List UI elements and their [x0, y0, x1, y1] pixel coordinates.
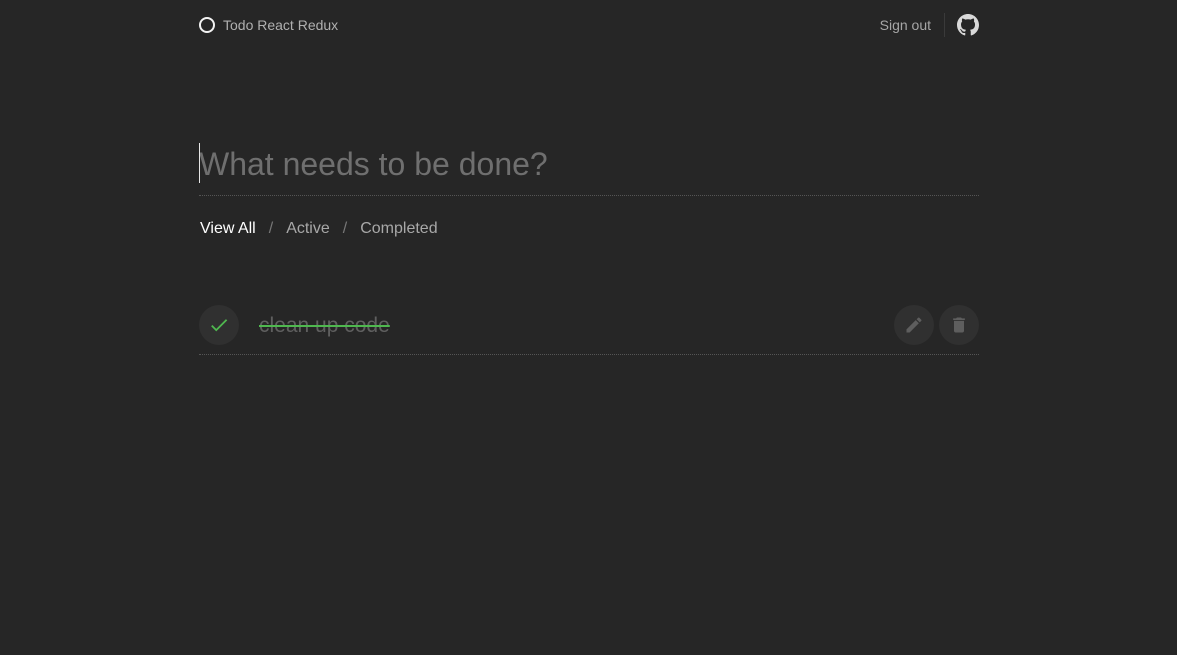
github-icon[interactable]	[957, 14, 979, 36]
task-title: clean up code	[259, 314, 390, 337]
filter-separator: /	[342, 220, 348, 237]
checkmark-icon	[211, 319, 228, 332]
filter-separator: /	[268, 220, 274, 237]
toggle-complete-button[interactable]	[199, 305, 239, 345]
task-actions	[889, 305, 979, 345]
app-title: Todo React Redux	[223, 17, 339, 33]
app-header: Todo React Redux Sign out	[199, 0, 979, 50]
new-task-form	[199, 140, 979, 196]
header-divider	[944, 13, 945, 37]
header-actions: Sign out	[880, 12, 979, 38]
app-root: Todo React Redux Sign out View All / Act…	[0, 0, 1177, 655]
new-task-input[interactable]	[199, 140, 979, 188]
text-caret	[199, 143, 200, 183]
trash-icon	[953, 317, 965, 333]
circle-icon	[199, 17, 215, 33]
filter-completed[interactable]: Completed	[360, 220, 437, 238]
delete-task-button[interactable]	[939, 305, 979, 345]
pencil-icon	[906, 317, 922, 333]
sign-out-link[interactable]: Sign out	[880, 17, 944, 33]
task-item: clean up code	[199, 305, 979, 355]
filter-active[interactable]: Active	[286, 220, 330, 238]
task-filters: View All / Active / Completed	[200, 220, 438, 238]
filter-view-all[interactable]: View All	[200, 220, 256, 238]
edit-task-button[interactable]	[894, 305, 934, 345]
brand-link[interactable]: Todo React Redux	[199, 17, 338, 33]
